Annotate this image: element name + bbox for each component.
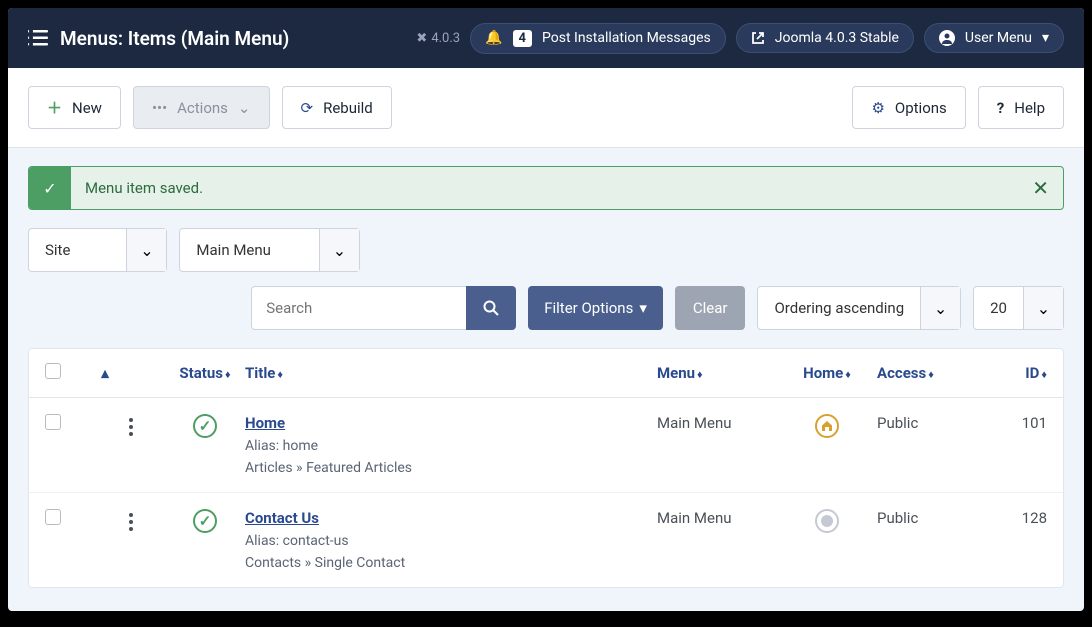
success-alert: ✓ Menu item saved. ✕ — [28, 166, 1064, 210]
alert-message: Menu item saved. — [71, 167, 217, 209]
notifications-pill[interactable]: 🔔 4 Post Installation Messages — [470, 23, 726, 54]
chevron-down-icon: ⌄ — [126, 229, 166, 271]
access-column[interactable]: Access♦ — [877, 364, 987, 382]
row-actions-menu[interactable] — [125, 414, 141, 440]
item-access: Public — [877, 509, 987, 527]
item-alias: Alias: home — [245, 438, 657, 454]
item-menu: Main Menu — [657, 509, 777, 527]
item-path: Articles » Featured Articles — [245, 460, 657, 476]
ordering-select[interactable]: Ordering ascending ⌄ — [757, 286, 961, 330]
help-button[interactable]: ? Help — [978, 86, 1064, 129]
title-column[interactable]: Title♦ — [245, 364, 657, 382]
rebuild-button[interactable]: ⟳ Rebuild — [282, 86, 392, 129]
question-icon: ? — [997, 99, 1004, 117]
page-title: Menus: Items (Main Menu) — [60, 27, 289, 50]
item-path: Contacts » Single Contact — [245, 555, 657, 571]
user-icon — [939, 30, 955, 46]
bell-icon: 🔔 — [485, 30, 502, 46]
status-published-icon[interactable]: ✓ — [193, 509, 217, 533]
system-label: Joomla 4.0.3 Stable — [775, 30, 899, 46]
chevron-down-icon: ⌄ — [238, 99, 251, 117]
chevron-down-icon: ⌄ — [920, 287, 960, 329]
menu-select[interactable]: Main Menu ⌄ — [179, 228, 360, 272]
check-icon: ✓ — [29, 167, 71, 209]
ordering-column[interactable]: ▴ — [85, 364, 125, 382]
status-published-icon[interactable]: ✓ — [193, 414, 217, 438]
notif-label: Post Installation Messages — [542, 30, 711, 46]
menu-column[interactable]: Menu♦ — [657, 364, 777, 382]
item-alias: Alias: contact-us — [245, 533, 657, 549]
caret-down-icon: ▾ — [639, 299, 647, 317]
refresh-icon: ⟳ — [301, 99, 314, 117]
row-checkbox[interactable] — [45, 414, 61, 430]
dots-icon: ••• — [152, 99, 167, 117]
gear-icon: ⚙ — [871, 99, 884, 117]
system-pill[interactable]: Joomla 4.0.3 Stable — [736, 23, 914, 53]
table-row: ✓ Contact Us Alias: contact-us Contacts … — [29, 493, 1063, 587]
item-title-link[interactable]: Contact Us — [245, 509, 657, 527]
menu-toggle-icon[interactable] — [28, 30, 48, 46]
new-button[interactable]: ＋ New — [28, 86, 121, 129]
item-id: 128 — [987, 509, 1047, 527]
home-icon[interactable] — [815, 414, 839, 438]
select-all-checkbox[interactable] — [45, 363, 61, 379]
notif-badge: 4 — [513, 30, 532, 47]
external-link-icon — [751, 31, 765, 45]
row-checkbox[interactable] — [45, 509, 61, 525]
item-menu: Main Menu — [657, 414, 777, 432]
home-off-icon[interactable] — [815, 509, 839, 533]
clear-button[interactable]: Clear — [675, 286, 746, 330]
chevron-down-icon: ▾ — [1042, 30, 1049, 46]
item-title-link[interactable]: Home — [245, 414, 657, 432]
search-icon — [483, 300, 499, 316]
user-menu-pill[interactable]: User Menu ▾ — [924, 23, 1064, 53]
row-actions-menu[interactable] — [125, 509, 141, 535]
items-table: ▴ Status♦ Title♦ Menu♦ Home♦ Access♦ ID♦… — [28, 348, 1064, 588]
chevron-down-icon: ⌄ — [1023, 287, 1063, 329]
options-button[interactable]: ⚙ Options — [852, 86, 965, 129]
search-input[interactable] — [251, 286, 466, 330]
item-id: 101 — [987, 414, 1047, 432]
search-button[interactable] — [466, 286, 516, 330]
filter-options-button[interactable]: Filter Options ▾ — [528, 286, 663, 330]
client-select[interactable]: Site ⌄ — [28, 228, 167, 272]
limit-select[interactable]: 20 ⌄ — [973, 286, 1064, 330]
joomla-version: ✖ 4.0.3 — [416, 31, 460, 46]
chevron-down-icon: ⌄ — [319, 229, 359, 271]
joomla-icon: ✖ — [416, 31, 427, 46]
id-column[interactable]: ID♦ — [987, 364, 1047, 382]
close-icon[interactable]: ✕ — [1018, 176, 1063, 200]
table-row: ✓ Home Alias: home Articles » Featured A… — [29, 398, 1063, 493]
actions-button: ••• Actions ⌄ — [133, 86, 270, 129]
user-menu-label: User Menu — [965, 30, 1032, 46]
plus-icon: ＋ — [47, 97, 62, 118]
item-access: Public — [877, 414, 987, 432]
home-column[interactable]: Home♦ — [777, 364, 877, 382]
status-column[interactable]: Status♦ — [165, 364, 245, 382]
